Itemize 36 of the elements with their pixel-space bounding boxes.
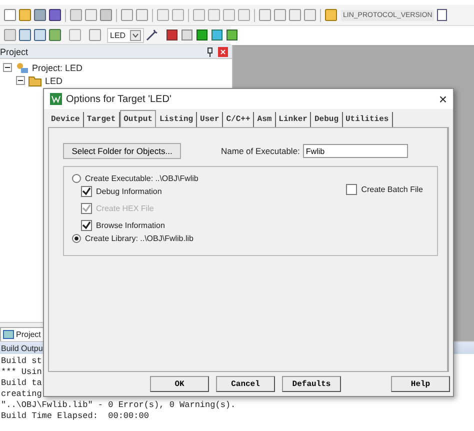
dialog-button[interactable]: Help	[391, 376, 450, 392]
tree-item[interactable]: LED	[45, 76, 63, 86]
tab[interactable]: Debug	[311, 112, 342, 127]
tab[interactable]: Linker	[276, 112, 312, 127]
dialog-button[interactable]: Cancel	[216, 376, 275, 392]
dialog-button[interactable]: Defaults	[282, 376, 341, 392]
close-button[interactable]: ×	[438, 92, 447, 106]
option-label: Debug Information	[96, 187, 162, 196]
tab[interactable]: Utilities	[342, 112, 393, 127]
panel-title: Project	[0, 46, 30, 56]
option-label: Create Executable: ..\OBJ\Fwlib	[85, 174, 198, 183]
output-line: creating	[0, 389, 42, 400]
option-label: Create Batch File	[361, 185, 423, 194]
tree-item[interactable]: Project: LED	[32, 62, 83, 72]
output-line: *** Usin	[0, 367, 42, 378]
select-folder-button[interactable]: Select Folder for Objects...	[63, 143, 181, 159]
dialog-button[interactable]: OK	[150, 376, 209, 392]
tab[interactable]: C/C++	[223, 112, 254, 127]
tab[interactable]: Output	[120, 110, 156, 127]
tab[interactable]: Device	[48, 112, 84, 127]
name-field[interactable]: Fwlib	[302, 144, 408, 158]
option-label: Browse Information	[96, 221, 165, 230]
option-label: Create HEX File	[96, 204, 154, 213]
dialog-title: Options for Target 'LED'	[66, 94, 172, 104]
output-title: Build Outpu	[1, 344, 43, 352]
tab[interactable]: Asm	[254, 112, 276, 127]
output-line: Build st	[0, 356, 42, 367]
field-label: Name of Executable:	[221, 146, 300, 156]
project-tab[interactable]: Project	[0, 327, 44, 341]
output-line: Build ta	[0, 378, 42, 389]
output-line: Build Time Elapsed: 00:00:00	[0, 411, 149, 422]
tab[interactable]: User	[197, 112, 224, 127]
output-line: "..\OBJ\Fwlib.lib" - 0 Error(s), 0 Warning(s).	[0, 400, 236, 411]
target-combo[interactable]: LED	[107, 28, 144, 42]
tab[interactable]: Listing	[156, 112, 198, 127]
option-label: Create Library: ..\OBJ\Fwlib.lib	[85, 234, 194, 243]
